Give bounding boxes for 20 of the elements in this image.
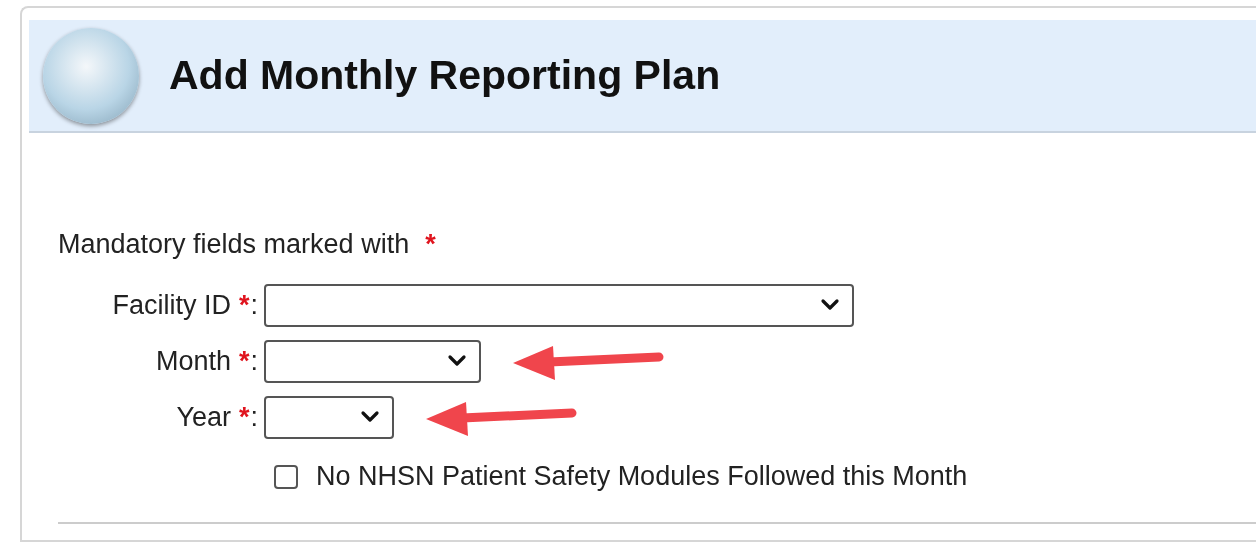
label-colon: : (250, 289, 258, 321)
chevron-down-icon (820, 298, 840, 312)
label-colon: : (250, 345, 258, 377)
mandatory-note: Mandatory fields marked with (58, 229, 410, 260)
required-mark: * (238, 289, 250, 321)
chevron-down-icon (360, 410, 380, 424)
field-label: Month (155, 345, 231, 377)
dropdown-field[interactable] (264, 339, 481, 383)
dropdown-field[interactable] (264, 283, 854, 327)
dropdown-field[interactable] (264, 395, 394, 439)
required-mark: * (425, 229, 436, 260)
page-title: Add Monthly Reporting Plan (169, 52, 721, 99)
field-label: Facility ID (112, 289, 231, 321)
checkbox-label: No NHSN Patient Safety Modules Followed this Month (316, 461, 968, 492)
checkbox[interactable] (274, 464, 298, 489)
field-label: Year (176, 401, 231, 433)
required-mark: * (238, 401, 250, 433)
required-mark: * (238, 345, 250, 377)
label-colon: : (250, 401, 258, 433)
chevron-down-icon (447, 354, 467, 368)
